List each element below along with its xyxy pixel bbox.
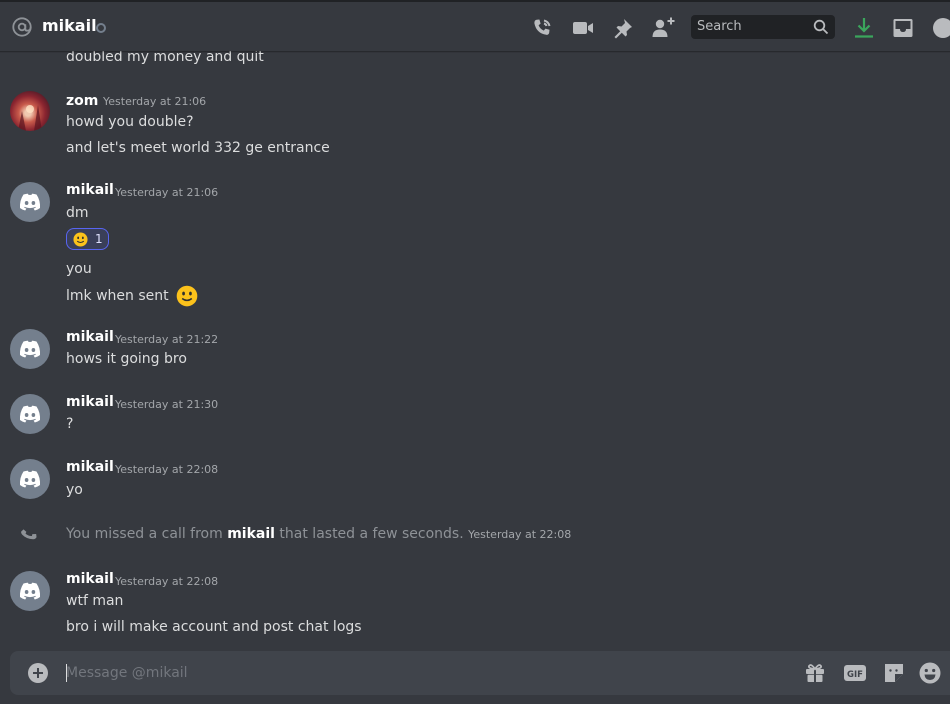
message-input[interactable] bbox=[66, 663, 786, 683]
download-icon[interactable] bbox=[852, 16, 876, 40]
username[interactable]: mikail bbox=[66, 459, 114, 475]
message-content: lmk when sent bbox=[66, 288, 169, 304]
system-message-suffix: that lasted a few seconds. bbox=[279, 526, 464, 542]
discord-logo-icon bbox=[19, 193, 41, 211]
message-content: ? bbox=[66, 416, 74, 432]
avatar[interactable] bbox=[10, 459, 50, 499]
discord-logo-icon bbox=[19, 340, 41, 358]
timestamp: Yesterday at 22:08 bbox=[115, 463, 219, 476]
message-content: hows it going bro bbox=[66, 351, 187, 367]
timestamp: Yesterday at 22:08 bbox=[468, 528, 572, 541]
system-message-prefix: You missed a call from bbox=[66, 526, 223, 542]
discord-logo-icon bbox=[19, 582, 41, 600]
video-call-icon[interactable] bbox=[571, 16, 595, 40]
add-friend-icon[interactable] bbox=[651, 16, 675, 40]
inbox-icon[interactable] bbox=[891, 16, 915, 40]
offline-status-icon bbox=[96, 23, 106, 33]
timestamp: Yesterday at 21:06 bbox=[103, 95, 207, 108]
message-content: bro i will make account and post chat lo… bbox=[66, 619, 362, 635]
message-row: lmk when sent bbox=[66, 285, 198, 307]
timestamp: Yesterday at 21:30 bbox=[115, 398, 219, 411]
avatar[interactable] bbox=[10, 91, 50, 131]
text-caret bbox=[66, 664, 67, 682]
slightly-smiling-face-icon bbox=[73, 232, 88, 247]
emoji-icon[interactable] bbox=[918, 661, 942, 685]
gift-icon[interactable] bbox=[803, 661, 827, 685]
username[interactable]: zom bbox=[66, 93, 98, 109]
slightly-smiling-face-icon bbox=[176, 285, 198, 307]
search-bar[interactable]: Search bbox=[691, 15, 835, 39]
channel-name[interactable]: mikail bbox=[42, 16, 97, 35]
discord-logo-icon bbox=[19, 470, 41, 488]
message-composer: GIF bbox=[10, 651, 950, 695]
missed-call-icon bbox=[21, 529, 37, 540]
username[interactable]: mikail bbox=[66, 329, 114, 345]
message-content: doubled my money and quit bbox=[66, 51, 264, 65]
message-content: howd you double? bbox=[66, 114, 194, 130]
voice-call-icon[interactable] bbox=[530, 16, 554, 40]
timestamp: Yesterday at 21:22 bbox=[115, 333, 219, 346]
help-icon[interactable] bbox=[931, 16, 950, 40]
username[interactable]: mikail bbox=[66, 182, 114, 198]
channel-header: mikail Search bbox=[0, 0, 950, 51]
timestamp: Yesterday at 22:08 bbox=[115, 575, 219, 588]
avatar[interactable] bbox=[10, 571, 50, 611]
username[interactable]: mikail bbox=[66, 571, 114, 587]
search-icon bbox=[813, 19, 829, 35]
gif-label: GIF bbox=[847, 670, 863, 680]
timestamp: Yesterday at 21:06 bbox=[115, 186, 219, 199]
at-icon bbox=[12, 17, 32, 37]
message-content: and let's meet world 332 ge entrance bbox=[66, 140, 330, 156]
system-message: You missed a call from mikail that laste… bbox=[66, 526, 571, 542]
pin-icon[interactable] bbox=[611, 16, 635, 40]
reaction-count: 1 bbox=[95, 232, 103, 246]
username[interactable]: mikail bbox=[66, 394, 114, 410]
message-list[interactable]: doubled my money and quit zom Yesterday … bbox=[0, 51, 950, 651]
discord-logo-icon bbox=[19, 405, 41, 423]
sticker-icon[interactable] bbox=[882, 661, 906, 685]
username[interactable]: mikail bbox=[227, 526, 275, 542]
avatar[interactable] bbox=[10, 182, 50, 222]
avatar[interactable] bbox=[10, 394, 50, 434]
message-content: wtf man bbox=[66, 593, 124, 609]
message-content: you bbox=[66, 261, 92, 277]
message-content: yo bbox=[66, 482, 83, 498]
avatar[interactable] bbox=[10, 329, 50, 369]
gif-icon[interactable]: GIF bbox=[843, 661, 867, 685]
reaction-button[interactable]: 1 bbox=[66, 228, 109, 250]
message-content: dm bbox=[66, 205, 89, 221]
attach-plus-icon[interactable] bbox=[28, 663, 48, 683]
search-placeholder: Search bbox=[697, 19, 742, 34]
